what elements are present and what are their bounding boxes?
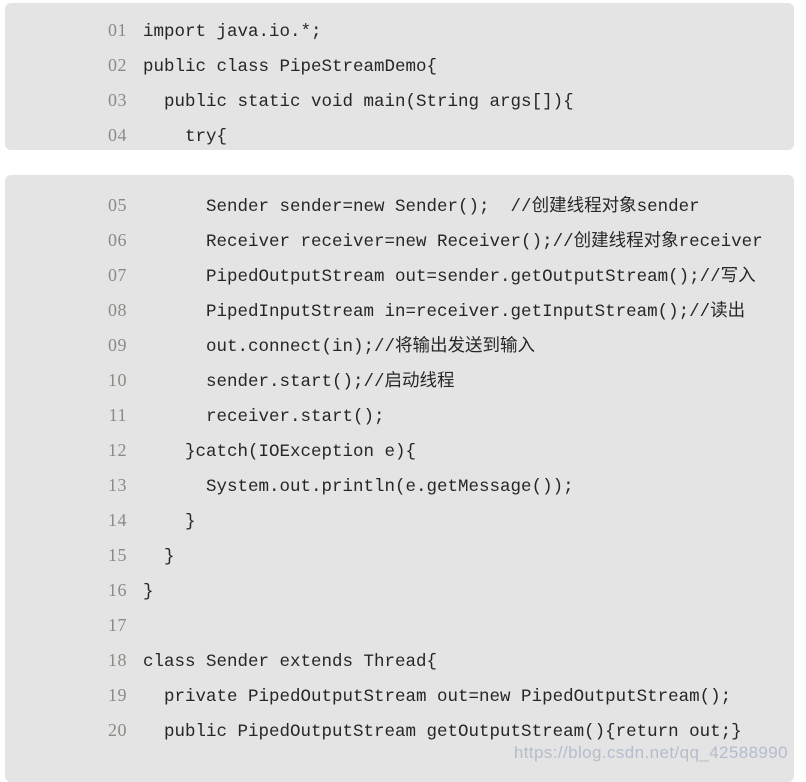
line-number: 08 <box>108 300 127 320</box>
code-line-text: receiver.start(); <box>143 407 385 427</box>
code-line: 05 Sender sender=new Sender(); //创建线程对象s… <box>5 189 794 224</box>
code-line: 09 out.connect(in);//将输出发送到输入 <box>5 329 794 364</box>
code-line: 03 public static void main(String args[]… <box>5 84 794 119</box>
line-number: 01 <box>108 20 127 40</box>
line-number: 15 <box>108 545 127 565</box>
code-line-text: } <box>143 512 196 532</box>
line-number: 04 <box>108 125 127 145</box>
code-line-text: }catch(IOException e){ <box>143 442 417 462</box>
code-line: 17 <box>5 609 794 644</box>
line-number: 07 <box>108 265 127 285</box>
line-number: 12 <box>108 440 127 460</box>
code-screenshot-page: 01 import java.io.*; 02 public class PipeSt… <box>0 0 806 782</box>
line-number: 19 <box>108 685 127 705</box>
line-number: 10 <box>108 370 127 390</box>
line-number: 17 <box>108 615 127 635</box>
line-number: 11 <box>108 405 127 425</box>
code-line: 18 class Sender extends Thread{ <box>5 644 794 679</box>
code-line-text: class Sender extends Thread{ <box>143 652 438 672</box>
code-line: 08 PipedInputStream in=receiver.getInput… <box>5 294 794 329</box>
code-line: 14 } <box>5 504 794 539</box>
line-number: 14 <box>108 510 127 530</box>
code-line-text: import java.io.*; <box>143 22 322 42</box>
code-line: 06 Receiver receiver=new Receiver();//创建… <box>5 224 794 259</box>
code-line: 15 } <box>5 539 794 574</box>
code-line-text: sender.start();//启动线程 <box>143 372 455 392</box>
code-line-text: public PipedOutputStream getOutputStream… <box>143 722 742 742</box>
code-block-upper: 01 import java.io.*; 02 public class PipeSt… <box>5 3 794 150</box>
code-line-text: Receiver receiver=new Receiver();//创建线程对… <box>143 232 763 252</box>
line-number: 05 <box>108 195 127 215</box>
line-number: 03 <box>108 90 127 110</box>
code-block-lower: 05 Sender sender=new Sender(); //创建线程对象s… <box>5 175 794 782</box>
code-line: 11 receiver.start(); <box>5 399 794 434</box>
line-number: 02 <box>108 55 127 75</box>
code-line: 10 sender.start();//启动线程 <box>5 364 794 399</box>
code-line-text: PipedInputStream in=receiver.getInputStr… <box>143 302 746 322</box>
code-line-text: try{ <box>143 127 228 147</box>
code-line-text: } <box>143 547 175 567</box>
code-line: 19 private PipedOutputStream out=new Pip… <box>5 679 794 714</box>
code-line: 07 PipedOutputStream out=sender.getOutpu… <box>5 259 794 294</box>
code-line: 12 }catch(IOException e){ <box>5 434 794 469</box>
code-line: 20 public PipedOutputStream getOutputStr… <box>5 714 794 749</box>
line-number: 06 <box>108 230 127 250</box>
line-number: 16 <box>108 580 127 600</box>
code-line-text: out.connect(in);//将输出发送到输入 <box>143 337 536 357</box>
code-line-text: private PipedOutputStream out=new PipedO… <box>143 687 732 707</box>
line-number: 20 <box>108 720 127 740</box>
code-line: 16} <box>5 574 794 609</box>
code-line-text: System.out.println(e.getMessage()); <box>143 477 574 497</box>
code-line-text: PipedOutputStream out=sender.getOutputSt… <box>143 267 756 287</box>
code-line: 01 import java.io.*; <box>5 14 794 49</box>
code-line: 02 public class PipeStreamDemo{ <box>5 49 794 84</box>
code-line: 04 try{ <box>5 119 794 150</box>
line-number: 09 <box>108 335 127 355</box>
code-line: 13 System.out.println(e.getMessage()); <box>5 469 794 504</box>
code-line-text: public static void main(String args[]){ <box>143 92 574 112</box>
line-number: 18 <box>108 650 127 670</box>
code-line-text: } <box>143 582 154 602</box>
code-line-text: public class PipeStreamDemo{ <box>143 57 438 77</box>
code-line-text: Sender sender=new Sender(); //创建线程对象send… <box>143 197 700 217</box>
line-number: 13 <box>108 475 127 495</box>
